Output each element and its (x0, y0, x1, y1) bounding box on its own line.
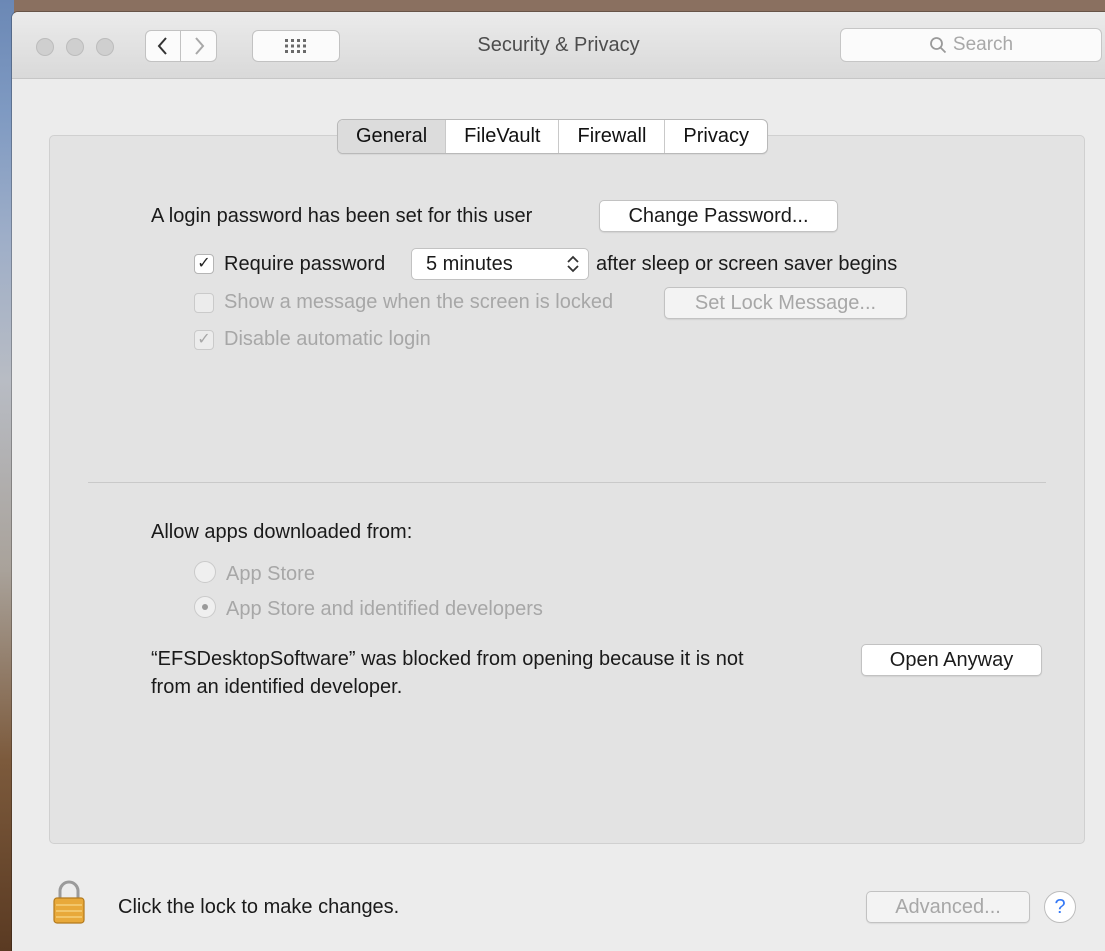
show-message-label: Show a message when the screen is locked (224, 291, 614, 313)
chevron-updown-icon (567, 255, 579, 273)
require-password-interval-select[interactable]: 5 minutes (411, 248, 589, 280)
tab-bar: General FileVault Firewall Privacy (337, 119, 768, 154)
blocked-message-line2: from an identified developer. (151, 676, 403, 698)
open-anyway-button[interactable]: Open Anyway (861, 644, 1042, 676)
title-bar: Security & Privacy Search (12, 12, 1105, 79)
lock-icon[interactable] (52, 879, 86, 925)
tab-firewall[interactable]: Firewall (558, 120, 664, 153)
change-password-button[interactable]: Change Password... (599, 200, 838, 232)
help-icon: ? (1054, 896, 1066, 918)
section-divider (88, 482, 1046, 483)
blocked-message-line1: “EFSDesktopSoftware” was blocked from op… (151, 648, 744, 670)
radio-app-store[interactable] (194, 561, 216, 583)
login-password-text: A login password has been set for this u… (151, 205, 533, 227)
disable-auto-login-checkbox[interactable]: ✓ (194, 330, 214, 350)
set-lock-message-button[interactable]: Set Lock Message... (664, 287, 907, 319)
allow-apps-label: Allow apps downloaded from: (151, 521, 413, 543)
require-password-checkbox[interactable]: ✓ (194, 254, 214, 274)
radio-identified-developers[interactable] (194, 596, 216, 618)
search-field[interactable]: Search (840, 28, 1102, 62)
require-password-label: Require password (224, 253, 386, 275)
radio-identified-developers-label: App Store and identified developers (226, 598, 543, 620)
general-panel (49, 135, 1085, 844)
help-button[interactable]: ? (1044, 891, 1076, 923)
require-password-suffix: after sleep or screen saver begins (596, 253, 898, 275)
require-interval-value: 5 minutes (426, 253, 513, 275)
search-placeholder: Search (952, 34, 1014, 55)
radio-app-store-label: App Store (226, 563, 315, 585)
advanced-button[interactable]: Advanced... (866, 891, 1030, 923)
tab-filevault[interactable]: FileVault (445, 120, 558, 153)
disable-auto-login-label: Disable automatic login (224, 328, 431, 350)
radio-selected-dot (202, 604, 208, 610)
tab-general[interactable]: General (338, 120, 446, 153)
show-message-checkbox[interactable] (194, 293, 214, 313)
lock-status-text: Click the lock to make changes. (118, 896, 400, 918)
tab-privacy[interactable]: Privacy (664, 120, 767, 153)
preferences-window: Security & Privacy Search General FileVa… (12, 12, 1105, 951)
search-icon (929, 37, 947, 54)
